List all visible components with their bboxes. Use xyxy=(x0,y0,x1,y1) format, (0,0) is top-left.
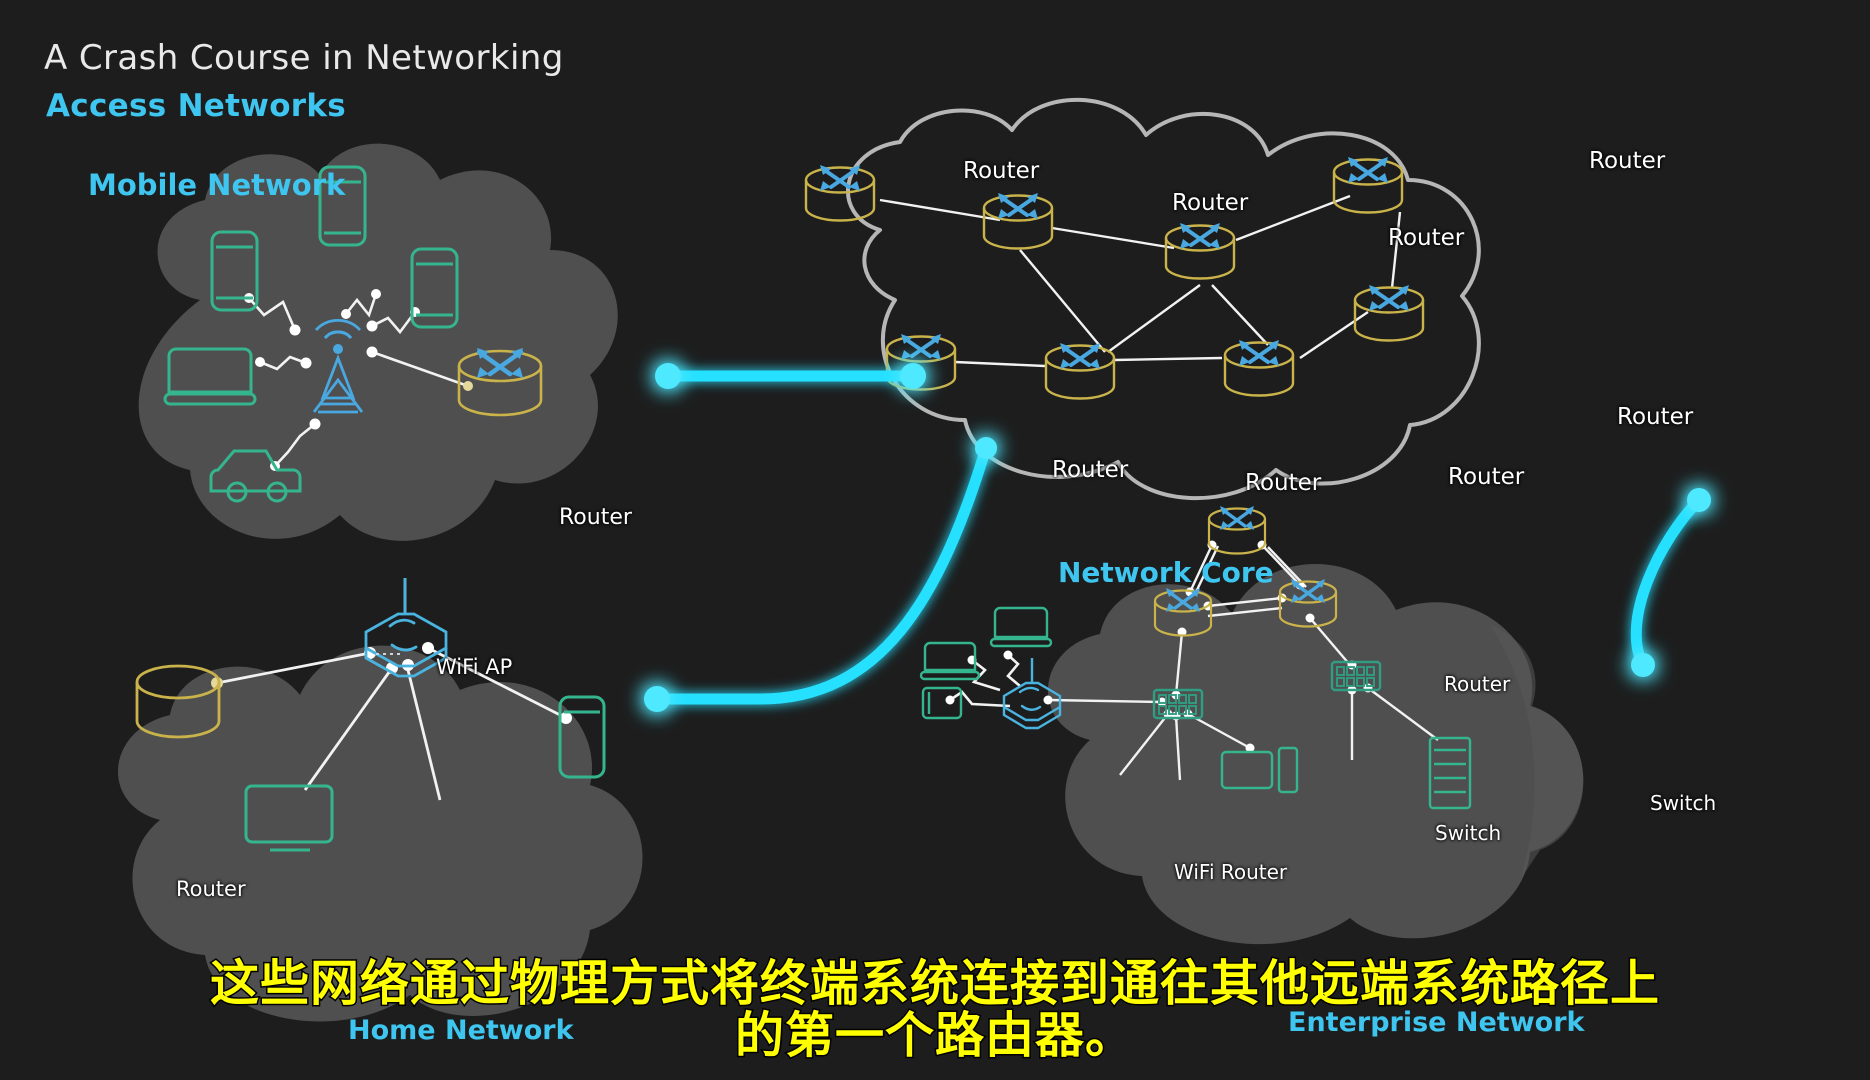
page-title: A Crash Course in Networking xyxy=(44,38,564,78)
enterprise-switch-right-label: Switch xyxy=(1650,791,1717,815)
zone-label-mobile-network: Mobile Network xyxy=(88,168,346,202)
home-wifi-ap-label: WiFi AP xyxy=(436,655,513,679)
core-router-label-4: Router xyxy=(1589,148,1666,174)
link-enterprise-to-core xyxy=(1630,494,1705,671)
enterprise-wifi-router-label: WiFi Router xyxy=(1174,860,1288,884)
zone-label-network-core: Network Core xyxy=(1058,556,1274,589)
core-router-label-6: Router xyxy=(1052,457,1129,483)
core-router-label-8: Router xyxy=(1448,464,1525,490)
backbone-endpoint-dots xyxy=(644,363,1711,712)
core-router-label-5: Router xyxy=(1617,404,1694,430)
subtitle-line-1: 这些网络通过物理方式将终端系统连接到通往其他远端系统路径上 xyxy=(208,955,1660,1013)
enterprise-router-label: Router xyxy=(1444,672,1511,696)
core-router-label-1: Router xyxy=(963,158,1040,184)
link-home-to-core xyxy=(651,442,992,705)
page-subtitle: Access Networks xyxy=(46,88,347,124)
diagram-canvas: A Crash Course in Networking Access Netw… xyxy=(0,0,1870,1080)
mobile-router-label: Router xyxy=(559,505,632,530)
subtitle-line-2: 的第一个路由器。 xyxy=(733,1007,1135,1065)
core-router-label-2: Router xyxy=(1172,190,1249,216)
home-router-label: Router xyxy=(176,877,246,901)
subtitle-overlay: 这些网络通过物理方式将终端系统连接到通往其他远端系统路径上 的第一个路由器。 xyxy=(0,955,1870,1065)
enterprise-switch-center-label: Switch xyxy=(1435,821,1502,845)
core-router-label-7: Router xyxy=(1245,470,1322,496)
core-router-label-3: Router xyxy=(1388,225,1465,251)
